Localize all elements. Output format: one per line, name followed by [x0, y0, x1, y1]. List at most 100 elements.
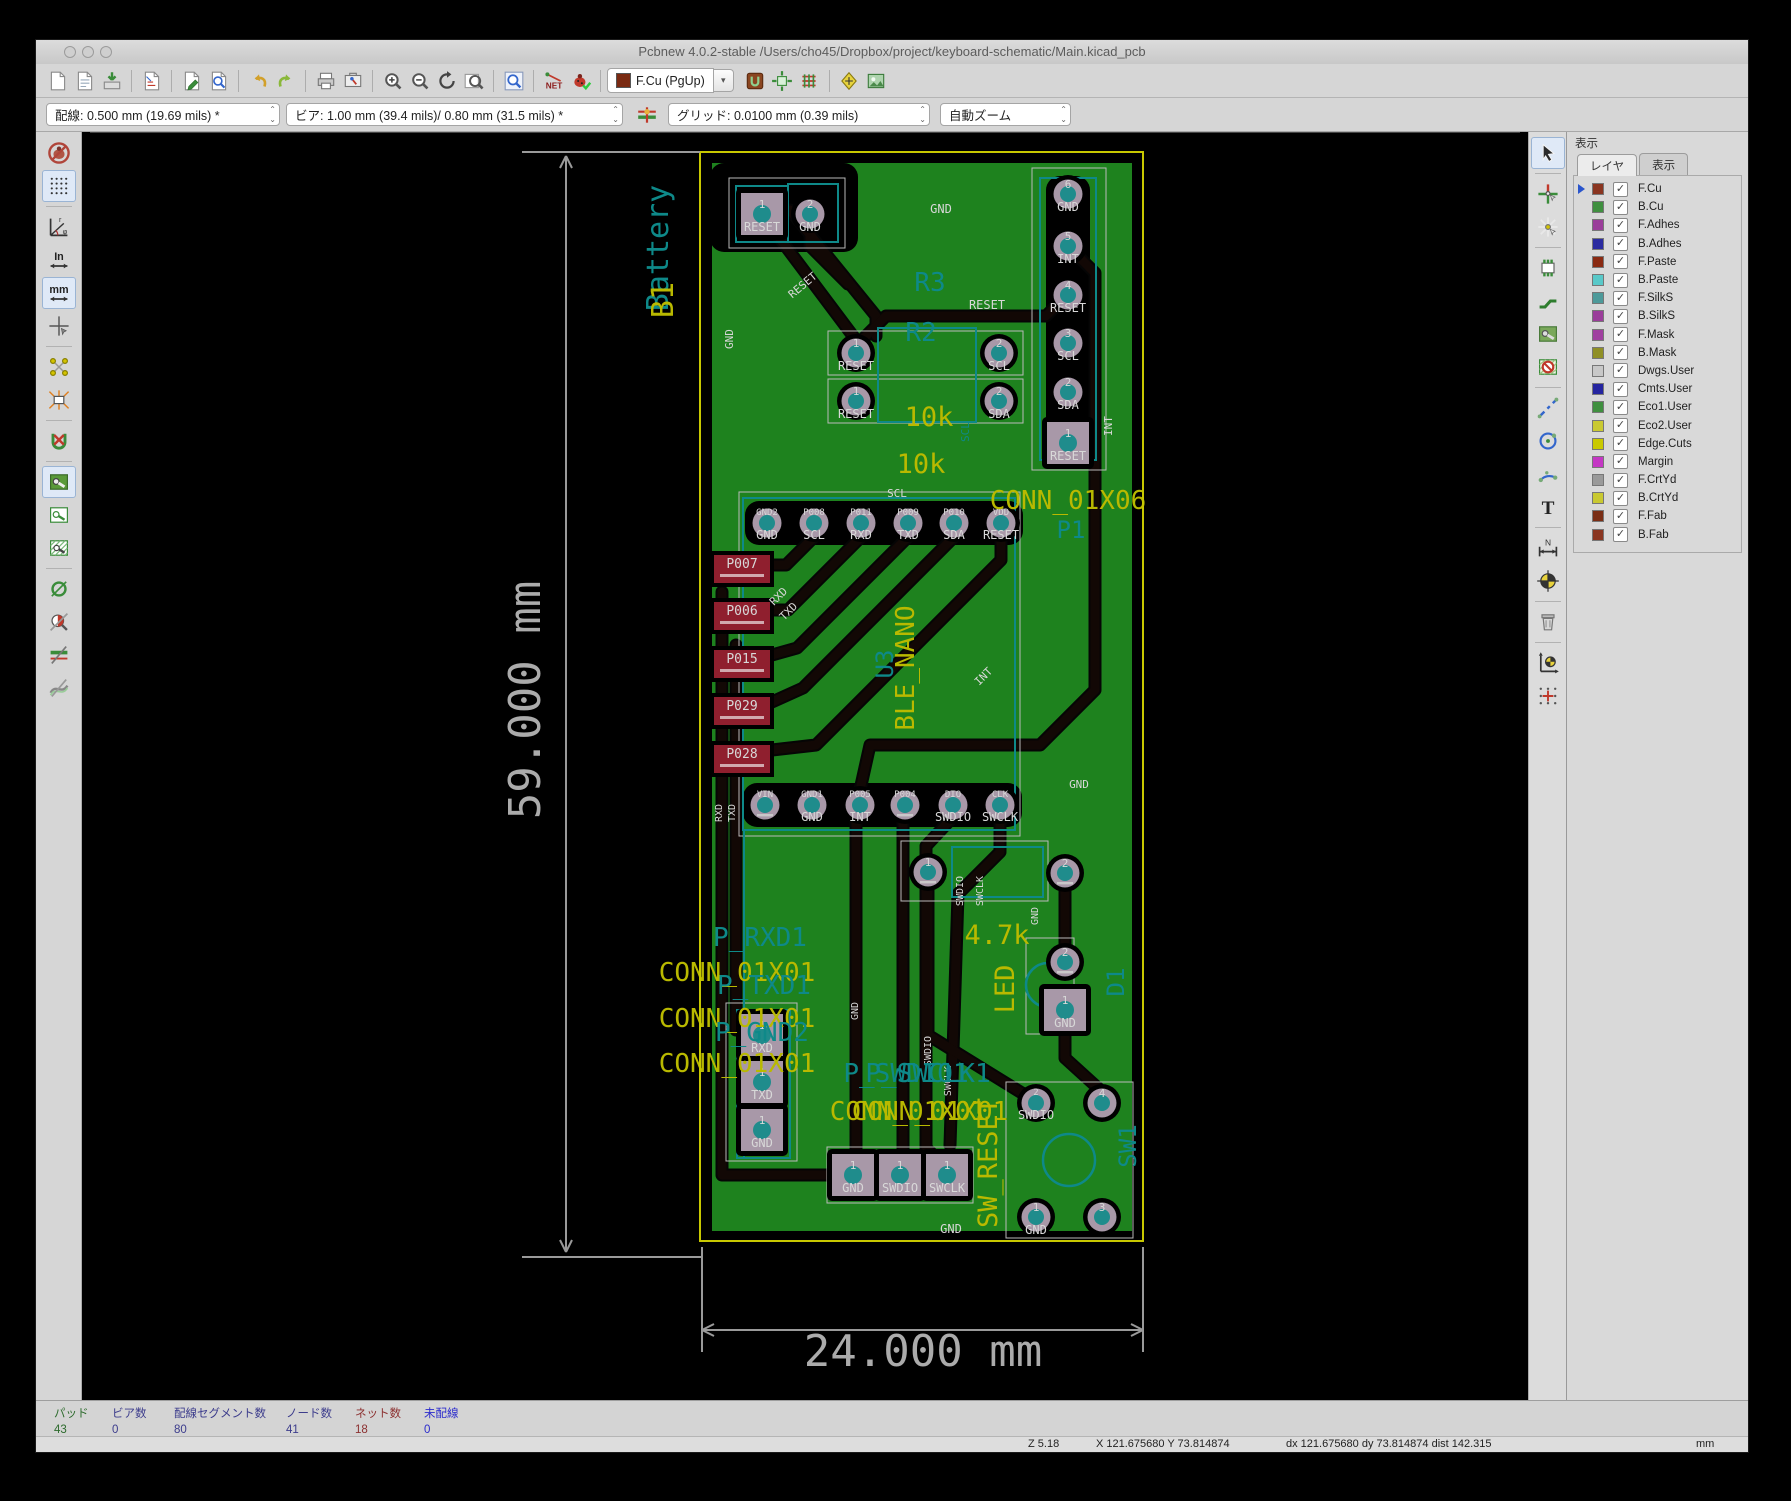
drc-off-icon[interactable]	[42, 137, 76, 169]
ratsnest-show-icon[interactable]	[42, 351, 76, 383]
layer-visibility-checkbox[interactable]: ✓	[1613, 418, 1628, 433]
minimize-button[interactable]	[82, 46, 94, 58]
auto-delete-tracks-icon[interactable]	[42, 425, 76, 457]
zoom-redraw-icon[interactable]	[433, 67, 460, 94]
layer-row-Dwgs.User[interactable]: ✓Dwgs.User	[1574, 362, 1741, 380]
layer-visibility-checkbox[interactable]: ✓	[1613, 291, 1628, 306]
print-icon[interactable]	[312, 67, 339, 94]
route-track-icon[interactable]	[1531, 285, 1565, 317]
units-mm-icon[interactable]: mm	[42, 277, 76, 309]
curved-tracks-icon[interactable]	[42, 672, 76, 704]
layer-row-B.CrtYd[interactable]: ✓B.CrtYd	[1574, 489, 1741, 507]
pcb-canvas[interactable]: 1RESET2GND1RESET2SCL1RESET2SDA6GND5INT4R…	[82, 132, 1528, 1400]
find-icon[interactable]	[500, 67, 527, 94]
layer-row-B.SilkS[interactable]: ✓B.SilkS	[1574, 307, 1741, 325]
footprint-mode-icon[interactable]	[769, 67, 796, 94]
layer-row-F.Adhes[interactable]: ✓F.Adhes	[1574, 216, 1741, 234]
layer-visibility-checkbox[interactable]: ✓	[1613, 200, 1628, 215]
zones-show-icon[interactable]	[42, 466, 76, 498]
footprint-viewer-icon[interactable]	[205, 67, 232, 94]
polar-coords-icon[interactable]: φr	[42, 211, 76, 243]
layer-row-F.SilkS[interactable]: ✓F.SilkS	[1574, 289, 1741, 307]
units-inch-icon[interactable]: In	[42, 244, 76, 276]
zoom-level-select[interactable]: 自動ズーム ⌃⌄	[940, 103, 1071, 126]
add-graphic-arc-icon[interactable]	[1531, 458, 1565, 490]
layer-visibility-checkbox[interactable]: ✓	[1613, 382, 1628, 397]
layer-visibility-checkbox[interactable]: ✓	[1613, 236, 1628, 251]
layer-visibility-checkbox[interactable]: ✓	[1613, 363, 1628, 378]
layer-visibility-checkbox[interactable]: ✓	[1613, 509, 1628, 524]
layer-color-swatch[interactable]	[1592, 238, 1604, 250]
zones-hide-icon[interactable]	[42, 499, 76, 531]
zoom-in-icon[interactable]	[379, 67, 406, 94]
layer-visibility-checkbox[interactable]: ✓	[1613, 254, 1628, 269]
layer-row-B.Fab[interactable]: ✓B.Fab	[1574, 526, 1741, 544]
add-footprint-icon[interactable]	[1531, 252, 1565, 284]
layer-row-Edge.Cuts[interactable]: ✓Edge.Cuts	[1574, 435, 1741, 453]
add-zone-icon[interactable]	[1531, 318, 1565, 350]
layer-color-swatch[interactable]	[1592, 474, 1604, 486]
via-size-select[interactable]: ビア: 1.00 mm (39.4 mils)/ 0.80 mm (31.5 m…	[286, 103, 623, 126]
grid-visibility-icon[interactable]	[42, 170, 76, 202]
grid-origin-icon[interactable]	[1531, 680, 1565, 712]
save-board-icon[interactable]	[98, 67, 125, 94]
layers-panel-tab-1[interactable]: 表示	[1639, 153, 1688, 175]
layer-visibility-checkbox[interactable]: ✓	[1613, 527, 1628, 542]
netlist-icon[interactable]: NET	[540, 67, 567, 94]
plot-icon[interactable]	[339, 67, 366, 94]
layer-visibility-checkbox[interactable]: ✓	[1613, 436, 1628, 451]
module-ratsnest-icon[interactable]	[42, 384, 76, 416]
microwave-tools-icon[interactable]	[836, 67, 863, 94]
grid-size-select[interactable]: グリッド: 0.0100 mm (0.39 mils) ⌃⌄	[668, 103, 930, 126]
track-via-size-icon[interactable]	[633, 101, 660, 128]
redo-icon[interactable]	[272, 67, 299, 94]
high-contrast-icon[interactable]	[42, 606, 76, 638]
drc-icon[interactable]	[567, 67, 594, 94]
layer-pair-toggle-icon[interactable]	[742, 67, 769, 94]
layer-visibility-checkbox[interactable]: ✓	[1613, 473, 1628, 488]
delete-items-icon[interactable]	[1531, 606, 1565, 638]
layer-row-Eco1.User[interactable]: ✓Eco1.User	[1574, 398, 1741, 416]
layer-visibility-checkbox[interactable]: ✓	[1613, 309, 1628, 324]
layer-row-B.Cu[interactable]: ✓B.Cu	[1574, 198, 1741, 216]
layer-color-swatch[interactable]	[1592, 329, 1604, 341]
add-keepout-icon[interactable]	[1531, 351, 1565, 383]
select-tool-icon[interactable]	[1531, 137, 1565, 169]
layer-row-F.Mask[interactable]: ✓F.Mask	[1574, 326, 1741, 344]
add-graphic-circle-icon[interactable]	[1531, 425, 1565, 457]
add-graphic-line-icon[interactable]	[1531, 392, 1565, 424]
active-layer-select[interactable]: F.Cu (PgUp)	[607, 68, 714, 93]
layer-color-swatch[interactable]	[1592, 219, 1604, 231]
add-text-icon[interactable]: T	[1531, 491, 1565, 523]
footprint-editor-icon[interactable]	[178, 67, 205, 94]
open-board-icon[interactable]	[71, 67, 98, 94]
layer-row-B.Adhes[interactable]: ✓B.Adhes	[1574, 235, 1741, 253]
layer-color-swatch[interactable]	[1592, 201, 1604, 213]
zoom-button[interactable]	[100, 46, 112, 58]
layer-visibility-checkbox[interactable]: ✓	[1613, 345, 1628, 360]
layer-row-B.Paste[interactable]: ✓B.Paste	[1574, 271, 1741, 289]
layer-color-swatch[interactable]	[1592, 510, 1604, 522]
layer-row-Eco2.User[interactable]: ✓Eco2.User	[1574, 416, 1741, 434]
title-bar[interactable]: Pcbnew 4.0.2-stable /Users/cho45/Dropbox…	[36, 40, 1748, 65]
add-target-icon[interactable]	[1531, 565, 1565, 597]
undo-icon[interactable]	[245, 67, 272, 94]
zoom-out-icon[interactable]	[406, 67, 433, 94]
layer-color-swatch[interactable]	[1592, 183, 1604, 195]
layer-row-F.Paste[interactable]: ✓F.Paste	[1574, 253, 1741, 271]
layer-visibility-checkbox[interactable]: ✓	[1613, 327, 1628, 342]
zones-sketch-icon[interactable]	[42, 532, 76, 564]
layer-row-Margin[interactable]: ✓Margin	[1574, 453, 1741, 471]
layer-color-swatch[interactable]	[1592, 492, 1604, 504]
layer-visibility-checkbox[interactable]: ✓	[1613, 491, 1628, 506]
layer-row-F.Fab[interactable]: ✓F.Fab	[1574, 507, 1741, 525]
layer-color-swatch[interactable]	[1592, 401, 1604, 413]
drill-origin-icon[interactable]	[1531, 647, 1565, 679]
layer-visibility-checkbox[interactable]: ✓	[1613, 218, 1628, 233]
layer-color-swatch[interactable]	[1592, 365, 1604, 377]
layer-color-swatch[interactable]	[1592, 456, 1604, 468]
layer-color-swatch[interactable]	[1592, 438, 1604, 450]
layer-row-F.CrtYd[interactable]: ✓F.CrtYd	[1574, 471, 1741, 489]
3d-viewer-icon[interactable]	[863, 67, 890, 94]
highlight-net-icon[interactable]	[1531, 178, 1565, 210]
